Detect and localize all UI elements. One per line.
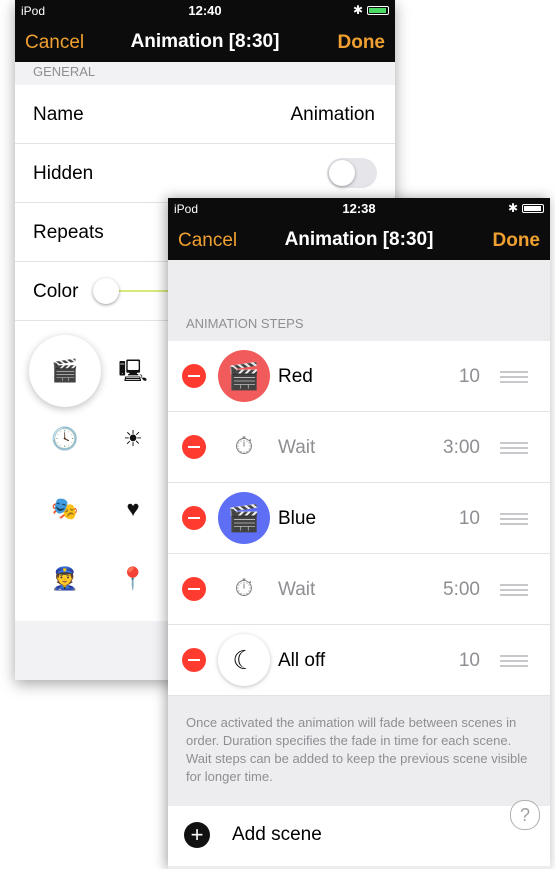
step-name: All off: [278, 650, 326, 671]
status-bar: iPod 12:40 ✱: [15, 0, 395, 22]
hidden-toggle[interactable]: [327, 158, 377, 188]
step-name: Blue: [278, 508, 317, 529]
bluetooth-icon: ✱: [352, 3, 363, 17]
done-button[interactable]: Done: [338, 32, 386, 54]
reorder-handle-icon[interactable]: [500, 442, 528, 454]
reorder-handle-icon[interactable]: [500, 513, 528, 525]
front-screen: iPod 12:38 ✱ Cancel Animation [8:30] Don…: [168, 198, 550, 869]
status-bar: iPod 12:38 ✱: [168, 198, 550, 220]
scene-icon: 🎬: [218, 350, 270, 402]
scene-icon: 🎬: [218, 492, 270, 544]
help-button[interactable]: ?: [510, 800, 540, 830]
bluetooth-icon: ✱: [507, 201, 518, 215]
delete-step-button[interactable]: [182, 506, 206, 530]
stopwatch-icon: ⏱: [234, 575, 254, 602]
step-name: Wait: [278, 579, 316, 600]
add-scene-row[interactable]: + Add scene ?: [168, 800, 550, 866]
clock-icon[interactable]: 🕓: [47, 421, 83, 457]
reorder-handle-icon[interactable]: [500, 584, 528, 596]
status-time: 12:38: [342, 201, 376, 216]
hidden-row: Hidden: [15, 144, 395, 203]
done-button[interactable]: Done: [493, 230, 541, 252]
status-icons: ✱: [353, 3, 389, 17]
step-row[interactable]: ⏱ Wait 3:00: [168, 412, 550, 483]
scene-icon[interactable]: 🎬: [29, 335, 101, 407]
section-header-general: GENERAL: [33, 64, 96, 79]
step-duration[interactable]: 10: [459, 508, 480, 530]
step-row[interactable]: 🎬 Blue 10: [168, 483, 550, 554]
name-row[interactable]: Name Animation: [15, 85, 395, 144]
nav-bar: Cancel Animation [8:30] Done: [168, 220, 550, 260]
mask-icon[interactable]: 🎭: [47, 491, 83, 527]
battery-icon: [522, 203, 544, 213]
heart-icon[interactable]: ♥: [115, 491, 151, 527]
status-icons: ✱: [508, 201, 544, 215]
name-label: Name: [33, 104, 84, 125]
reorder-handle-icon[interactable]: [500, 655, 528, 667]
step-duration[interactable]: 5:00: [443, 579, 480, 601]
steps-list: 🎬 Red 10 ⏱ Wait 3:00 🎬 Blue 10 ⏱ Wait 5:…: [168, 341, 550, 696]
delete-step-button[interactable]: [182, 364, 206, 388]
step-name: Wait: [278, 437, 316, 458]
step-row[interactable]: ☾ All off 10: [168, 625, 550, 696]
person-icon[interactable]: 👮: [47, 561, 83, 597]
nav-bar: Cancel Animation [8:30] Done: [15, 22, 395, 62]
reorder-handle-icon[interactable]: [500, 371, 528, 383]
moon-icon: ☾: [218, 634, 270, 686]
stopwatch-icon: ⏱: [234, 433, 254, 460]
step-name: Red: [278, 366, 313, 387]
sun-icon[interactable]: ☀: [115, 421, 151, 457]
delete-step-button[interactable]: [182, 648, 206, 672]
battery-icon: [367, 5, 389, 15]
footer-description: Once activated the animation will fade b…: [186, 715, 528, 784]
step-duration[interactable]: 10: [459, 366, 480, 388]
name-value: Animation: [290, 104, 376, 125]
step-row[interactable]: 🎬 Red 10: [168, 341, 550, 412]
color-slider-knob[interactable]: [93, 278, 119, 304]
delete-step-button[interactable]: [182, 435, 206, 459]
plus-icon: +: [184, 822, 210, 848]
screen-icon[interactable]: 🖳: [115, 353, 151, 389]
color-label: Color: [33, 281, 79, 302]
section-header-steps: ANIMATION STEPS: [186, 316, 304, 331]
delete-step-button[interactable]: [182, 577, 206, 601]
location-icon[interactable]: 📍: [115, 561, 151, 597]
repeats-label: Repeats: [33, 222, 104, 243]
hidden-label: Hidden: [33, 163, 94, 184]
step-duration[interactable]: 3:00: [443, 437, 480, 459]
step-duration[interactable]: 10: [459, 650, 480, 672]
step-row[interactable]: ⏱ Wait 5:00: [168, 554, 550, 625]
status-time: 12:40: [188, 3, 222, 18]
add-scene-label: Add scene: [232, 824, 322, 845]
